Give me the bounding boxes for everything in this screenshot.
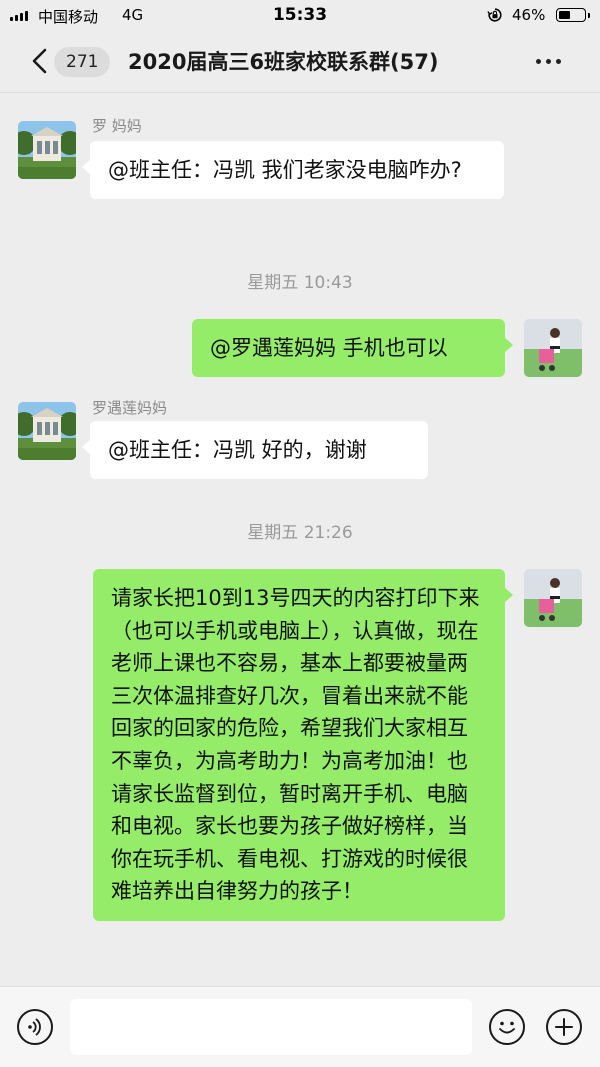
nav-bar: 271 2020届高三6班家校联系群(57): [0, 32, 600, 92]
avatar[interactable]: [524, 569, 582, 627]
voice-icon[interactable]: [17, 1009, 53, 1045]
status-bar: 中国移动 4G 15:33 46%: [0, 0, 600, 32]
more-dots-icon[interactable]: [536, 59, 561, 64]
battery-icon: [556, 8, 590, 22]
nav-divider: [0, 92, 600, 93]
sender-name: 罗遇莲妈妈: [92, 399, 168, 417]
chat-title: 2020届高三6班家校联系群(57): [128, 50, 439, 74]
sender-name: 罗 妈妈: [92, 117, 142, 135]
emoji-icon[interactable]: [489, 1009, 525, 1045]
avatar[interactable]: [18, 121, 76, 179]
battery-percent: 46%: [512, 6, 546, 24]
timestamp: 星期五 10:43: [247, 273, 353, 293]
plus-icon[interactable]: [546, 1009, 582, 1045]
status-time: 15:33: [272, 5, 328, 25]
back-chevron-icon[interactable]: [26, 46, 56, 76]
avatar[interactable]: [524, 319, 582, 377]
avatar[interactable]: [18, 402, 76, 460]
message-input[interactable]: [70, 999, 472, 1055]
message-bubble[interactable]: @班主任：冯凯 我们老家没电脑咋办?: [82, 141, 504, 199]
timestamp: 星期五 21:26: [247, 523, 353, 543]
input-bar: [0, 986, 600, 1067]
message-bubble[interactable]: 请家长把10到13号四天的内容打印下来（也可以手机或电脑上），认真做，现在老师上…: [93, 569, 513, 921]
message-bubble[interactable]: @罗遇莲妈妈 手机也可以: [192, 319, 513, 377]
unread-count-badge[interactable]: 271: [54, 47, 111, 77]
lock-rotation-icon: [487, 8, 502, 22]
message-bubble[interactable]: @班主任：冯凯 好的，谢谢: [82, 421, 428, 479]
